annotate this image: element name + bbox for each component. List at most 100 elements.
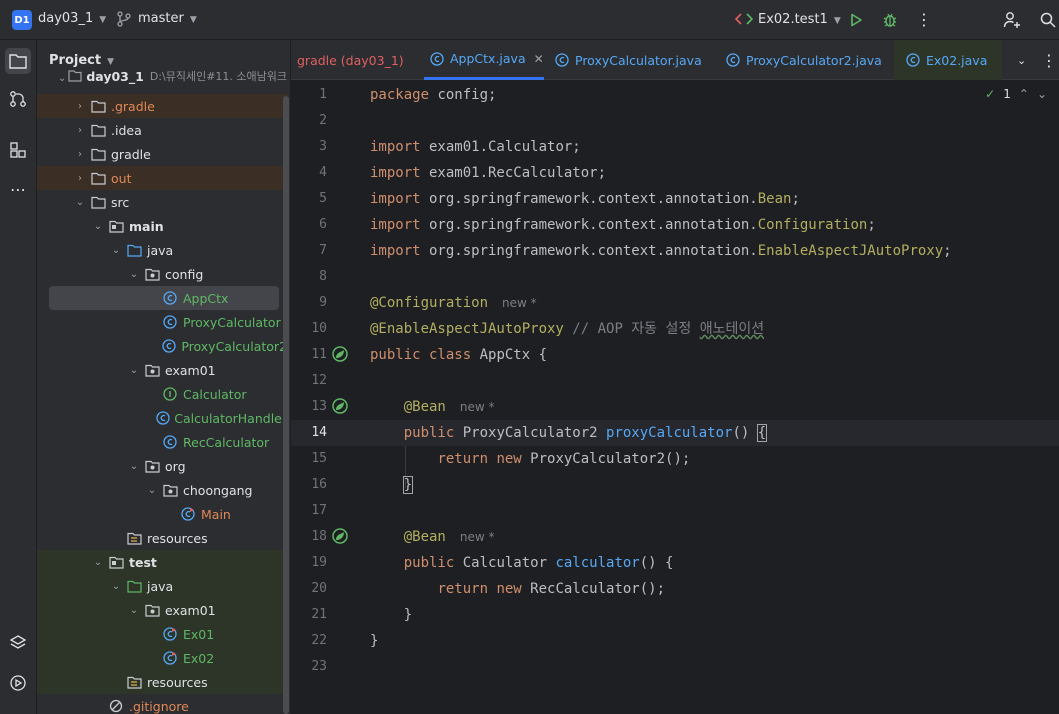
branch-name: master — [138, 11, 184, 26]
more-horizontal-icon: ⋯ — [10, 180, 26, 199]
chevron-down-icon: ▼ — [189, 15, 197, 25]
bug-icon — [883, 13, 897, 27]
tree-item-out[interactable]: › out — [37, 166, 287, 190]
code-line-7: import org.springframework.context.annot… — [370, 243, 952, 259]
spring-bean-icon[interactable] — [331, 345, 349, 363]
tab-gradle[interactable]: gradle (day03_1) — [297, 40, 404, 80]
chevron-down-icon[interactable]: ⌄ — [1037, 87, 1047, 101]
run-config-selector[interactable]: Ex02.test1 ▼ — [758, 12, 841, 27]
tab-label: AppCtx.java — [450, 51, 526, 66]
tree-item-java[interactable]: ⌄ java — [37, 574, 287, 598]
tree-item-choongang[interactable]: ⌄ choongang — [37, 478, 287, 502]
tree-item-proxycalculator[interactable]: ProxyCalculator — [37, 310, 287, 334]
tree-item-gradle[interactable]: › gradle — [37, 142, 287, 166]
tool-window-strip: ⋯ — [0, 40, 37, 714]
tree-item-label: RecCalculator — [183, 434, 270, 450]
tree-item-calculator[interactable]: Calculator — [37, 382, 287, 406]
tree-item-proxycalculator2[interactable]: ProxyCalculator2 — [37, 334, 287, 358]
tree-item-org[interactable]: ⌄ org — [37, 454, 287, 478]
tree-item-resources[interactable]: resources — [37, 526, 287, 550]
tree-item-exam01[interactable]: ⌄ exam01 — [37, 598, 287, 622]
tree-item-gitignore[interactable]: .gitignore — [37, 694, 287, 714]
chevron-right-icon[interactable]: › — [73, 149, 87, 160]
layers-tool-button[interactable] — [5, 630, 31, 656]
project-badge[interactable]: D1 — [12, 10, 32, 30]
tree-item-main[interactable]: Main — [37, 502, 287, 526]
tree-item-gradle[interactable]: › .gradle — [37, 94, 287, 118]
tree-item-java[interactable]: ⌄ java — [37, 238, 287, 262]
spring-bean-icon[interactable] — [331, 527, 349, 545]
git-branch-icon[interactable] — [116, 11, 132, 27]
tree-item-config[interactable]: ⌄ config — [37, 262, 287, 286]
inspection-widget[interactable]: ✓ 1 ⌃ ⌄ — [985, 87, 1047, 101]
tree-item-idea[interactable]: › .idea — [37, 118, 287, 142]
chevron-down-icon[interactable]: ⌄ — [109, 581, 123, 592]
line-number: 11 — [311, 347, 327, 362]
tab-list-button[interactable]: ⌄ — [1017, 40, 1026, 80]
tree-item-main[interactable]: ⌄ main — [37, 214, 287, 238]
services-tool-button[interactable] — [5, 670, 31, 696]
spring-bean-icon[interactable] — [331, 397, 349, 415]
tree-item-ex01[interactable]: Ex01 — [37, 622, 287, 646]
tree-item-label: exam01 — [165, 602, 216, 618]
chevron-down-icon[interactable]: ⌄ — [127, 605, 141, 616]
test-folder-icon — [125, 578, 143, 594]
tree-item-label: choongang — [183, 482, 253, 498]
project-scrollbar[interactable] — [283, 96, 289, 714]
tab-proxycalculator2[interactable]: ProxyCalculator2.java — [726, 40, 882, 80]
class-icon — [160, 338, 177, 354]
tree-item-ex02[interactable]: Ex02 — [37, 646, 287, 670]
vcs-hint: new * — [459, 400, 495, 414]
tab-appctx[interactable]: AppCtx.java ✕ — [424, 40, 544, 80]
chevron-down-icon[interactable]: ⌄ — [127, 461, 141, 472]
project-panel-header[interactable]: Project ▼ — [49, 53, 114, 68]
chevron-right-icon[interactable]: › — [73, 101, 87, 112]
more-actions-button[interactable]: ⋮ — [913, 9, 935, 31]
chevron-up-icon[interactable]: ⌃ — [1019, 87, 1029, 101]
more-tools-button[interactable]: ⋯ — [5, 177, 31, 203]
code-editor[interactable]: ✓ 1 ⌃ ⌄ 1 2 3 4 5 6 7 8 9 10 11 12 13 14 15 16 17 18 19 20 2… — [291, 81, 1059, 714]
package-icon — [143, 602, 161, 618]
chevron-down-icon[interactable]: ⌄ — [109, 245, 123, 256]
line-number: 16 — [311, 477, 327, 492]
branch-switcher[interactable]: master ▼ — [138, 11, 197, 26]
add-user-button[interactable] — [1001, 9, 1023, 31]
tree-item-reccalculator[interactable]: RecCalculator — [37, 430, 287, 454]
chevron-down-icon[interactable]: ⌄ — [127, 365, 141, 376]
run-button[interactable] — [845, 9, 867, 31]
code-line-19: public Calculator calculator() { — [403, 555, 674, 571]
tree-item-src[interactable]: ⌄ src — [37, 190, 287, 214]
module-icon — [68, 70, 82, 84]
class-icon — [726, 53, 740, 67]
tab-more-button[interactable]: ⋮ — [1041, 40, 1057, 80]
chevron-down-icon[interactable]: ⌄ — [127, 269, 141, 280]
chevron-down-icon[interactable]: ⌄ — [91, 557, 105, 568]
close-icon[interactable]: ✕ — [534, 52, 544, 66]
chevron-right-icon[interactable]: › — [73, 173, 87, 184]
tree-item-label: .idea — [111, 122, 142, 138]
tab-proxycalculator[interactable]: ProxyCalculator.java — [555, 40, 702, 80]
chevron-down-icon[interactable]: ⌄ — [145, 485, 159, 496]
tree-item-test[interactable]: ⌄ test — [37, 550, 287, 574]
tree-item-calculatorhandler[interactable]: CalculatorHandler — [37, 406, 287, 430]
chevron-down-icon[interactable]: ⌄ — [73, 197, 87, 208]
tree-item-exam01[interactable]: ⌄ exam01 — [37, 358, 287, 382]
tree-item-label: CalculatorHandler — [174, 410, 287, 426]
tab-ex02[interactable]: Ex02.java — [894, 40, 1002, 80]
debug-button[interactable] — [879, 9, 901, 31]
package-icon — [161, 482, 179, 498]
project-tool-button[interactable] — [5, 48, 31, 74]
tree-item-appctx[interactable]: AppCtx — [49, 286, 279, 310]
project-switcher[interactable]: day03_1 ▼ — [38, 11, 106, 26]
chevron-right-icon[interactable]: › — [73, 125, 87, 136]
runnable-class-icon — [179, 506, 197, 522]
search-button[interactable] — [1037, 9, 1059, 31]
commit-tool-button[interactable] — [5, 86, 31, 112]
line-number: 19 — [311, 555, 327, 570]
code-line-18: @Bean new * — [403, 529, 495, 545]
tree-root-row[interactable]: ⌄ day03_1 D:\뮤직세인#11. 소애남워크 — [37, 70, 287, 84]
line-number: 6 — [319, 217, 327, 232]
tree-item-resources[interactable]: resources — [37, 670, 287, 694]
structure-tool-button[interactable] — [5, 137, 31, 163]
chevron-down-icon[interactable]: ⌄ — [91, 221, 105, 232]
